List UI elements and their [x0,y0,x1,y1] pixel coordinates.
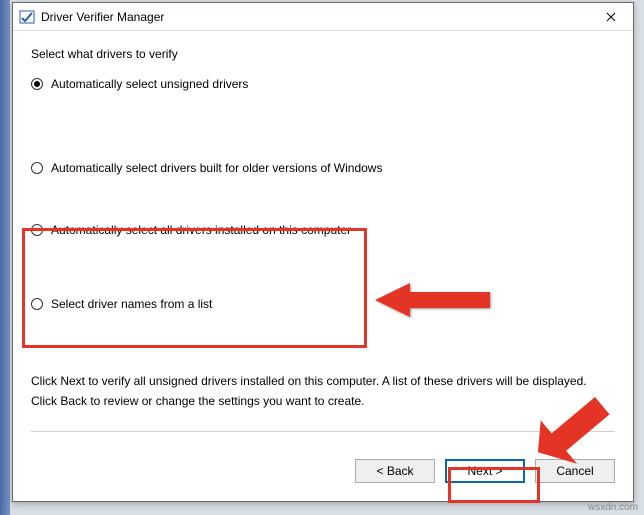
option-all-drivers[interactable]: Automatically select all drivers install… [31,223,615,237]
radio-icon [31,162,43,174]
watermark: wsxdn.com [588,502,638,513]
dialog-window: Driver Verifier Manager Select what driv… [12,2,634,502]
close-button[interactable] [589,3,633,31]
option-from-list[interactable]: Select driver names from a list [31,297,615,311]
close-icon [606,12,616,22]
option-label: Automatically select all drivers install… [51,223,351,237]
cancel-button[interactable]: Cancel [535,459,615,483]
radio-icon [31,78,43,90]
divider [31,431,615,432]
radio-icon [31,298,43,310]
back-button[interactable]: < Back [355,459,435,483]
instruction-line: Click Back to review or change the setti… [31,391,615,411]
option-label: Select driver names from a list [51,297,212,311]
instructions: Click Next to verify all unsigned driver… [31,371,615,412]
desktop-edge [0,0,10,515]
section-label: Select what drivers to verify [31,47,615,61]
verifier-icon [19,9,35,25]
option-label: Automatically select drivers built for o… [51,161,382,175]
content-area: Select what drivers to verify Automatica… [31,47,615,321]
option-unsigned-drivers[interactable]: Automatically select unsigned drivers [31,77,615,91]
instruction-line: Click Next to verify all unsigned driver… [31,371,615,391]
titlebar[interactable]: Driver Verifier Manager [13,3,633,31]
window-title: Driver Verifier Manager [41,10,164,24]
next-button[interactable]: Next > [445,459,525,483]
option-label: Automatically select unsigned drivers [51,77,248,91]
radio-icon [31,224,43,236]
option-older-windows[interactable]: Automatically select drivers built for o… [31,161,615,175]
button-row: < Back Next > Cancel [355,459,615,483]
